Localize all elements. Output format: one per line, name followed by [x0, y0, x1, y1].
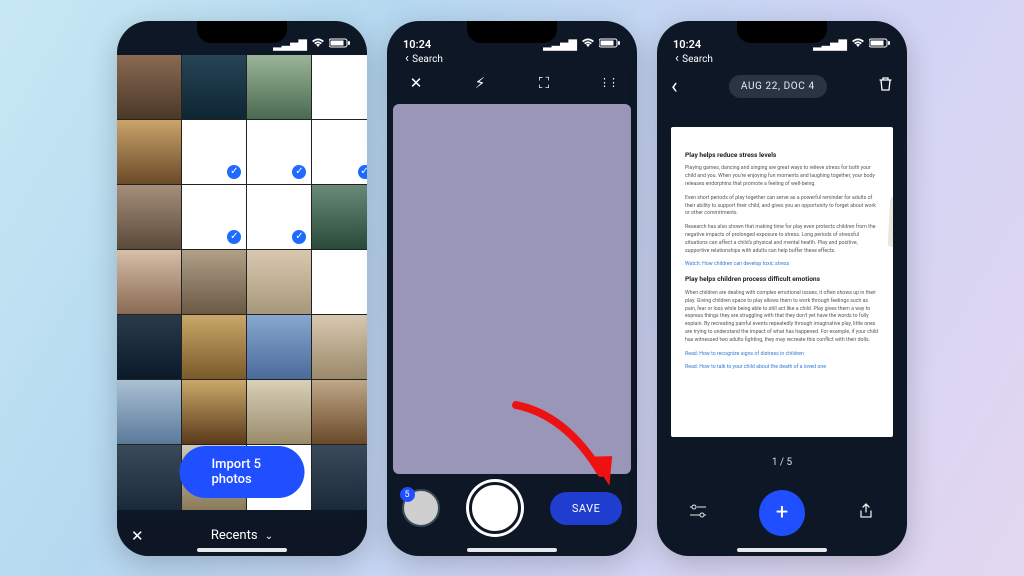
status-bar: 10:24 ▂▃▅▇ [657, 21, 907, 55]
document-page[interactable]: Play helps reduce stress levels Playing … [671, 127, 893, 437]
flash-icon[interactable]: ⚡︎ [465, 74, 495, 92]
doc-link: Watch: How children can develop toxic st… [685, 261, 879, 269]
photo-thumb[interactable] [247, 250, 311, 314]
phone-camera: 10:24 ▂▃▅▇ Search ✕ ⚡︎ ⛶ ⋮⋮ 5 SAVE [387, 21, 637, 556]
photo-thumb[interactable] [312, 185, 367, 249]
doc-para: Playing games, dancing and singing are g… [685, 165, 879, 188]
photo-thumb[interactable] [247, 315, 311, 379]
photo-thumb[interactable] [312, 315, 367, 379]
shutter-button[interactable] [469, 482, 521, 534]
signal-icon: ▂▃▅▇ [273, 38, 307, 51]
photo-thumb[interactable] [247, 55, 311, 119]
captured-stack[interactable]: 5 [402, 489, 440, 527]
close-icon[interactable]: ✕ [131, 527, 144, 545]
photo-grid[interactable]: ✓ ✓ ✓ ✓ ✓ [117, 55, 367, 510]
trash-icon[interactable] [878, 76, 893, 96]
add-page-button[interactable]: + [759, 490, 805, 536]
page-indicator: 1 / 5 [657, 457, 907, 468]
camera-viewfinder[interactable] [393, 104, 631, 474]
photo-thumb[interactable]: ✓ [312, 120, 367, 184]
photo-thumb[interactable] [182, 380, 246, 444]
doc-para: Research has also shown that making time… [685, 224, 879, 255]
chevron-down-icon: ⌄ [265, 531, 273, 542]
doc-link: Read: How to talk to your child about th… [685, 364, 879, 372]
photo-thumb[interactable] [312, 250, 367, 314]
back-to-search[interactable]: Search [405, 54, 443, 65]
home-indicator[interactable] [197, 548, 287, 552]
battery-icon [329, 38, 351, 51]
photo-thumb[interactable] [312, 380, 367, 444]
photo-thumb[interactable] [117, 315, 181, 379]
camera-bottom-bar: 5 SAVE [387, 461, 637, 556]
import-button[interactable]: Import 5 photos [180, 446, 305, 498]
stack-count-badge: 5 [400, 487, 415, 502]
photo-thumb[interactable] [117, 55, 181, 119]
photo-thumb[interactable] [117, 380, 181, 444]
expand-icon[interactable]: ⛶ [529, 74, 559, 92]
home-indicator[interactable] [737, 548, 827, 552]
photo-thumb[interactable] [117, 250, 181, 314]
selection-check-icon: ✓ [226, 164, 242, 180]
document-title[interactable]: AUG 22, DOC 4 [729, 75, 827, 98]
camera-toolbar: ✕ ⚡︎ ⛶ ⋮⋮ [387, 66, 637, 100]
photo-thumb[interactable] [182, 250, 246, 314]
photo-thumb[interactable] [182, 315, 246, 379]
photo-thumb[interactable]: ✓ [247, 120, 311, 184]
save-button[interactable]: SAVE [550, 492, 623, 525]
selection-check-icon: ✓ [357, 164, 367, 180]
settings-icon[interactable]: ⋮⋮ [593, 76, 623, 89]
wifi-icon [311, 38, 325, 51]
photo-thumb[interactable]: ✓ [182, 120, 246, 184]
phone-document: 10:24 ▂▃▅▇ Search ‹ AUG 22, DOC 4 Play h… [657, 21, 907, 556]
photo-thumb[interactable] [247, 380, 311, 444]
doc-heading-1: Play helps reduce stress levels [685, 151, 879, 161]
selection-check-icon: ✓ [291, 229, 307, 245]
battery-icon [599, 38, 621, 51]
album-selector[interactable]: Recents ⌄ [211, 528, 273, 543]
selection-check-icon: ✓ [226, 229, 242, 245]
battery-icon [869, 38, 891, 51]
signal-icon: ▂▃▅▇ [813, 38, 847, 51]
photo-thumb[interactable] [117, 445, 181, 509]
photo-thumb[interactable] [117, 185, 181, 249]
photo-thumb[interactable]: ✓ [182, 185, 246, 249]
doc-heading-2: Play helps children process difficult em… [685, 275, 879, 285]
back-to-search[interactable]: Search [675, 54, 713, 65]
status-time: 10:24 [673, 38, 701, 51]
phone-photo-picker: ▂▃▅▇ ✓ ✓ ✓ ✓ ✓ Import 5 photos ✕ Recents ⌄ [117, 21, 367, 556]
share-icon[interactable] [851, 503, 881, 523]
document-bottom-bar: + [657, 490, 907, 536]
filters-icon[interactable] [683, 504, 713, 522]
page-tab [888, 196, 893, 247]
photo-thumb[interactable]: ✓ [247, 185, 311, 249]
status-time: 10:24 [403, 38, 431, 51]
doc-para: When children are dealing with complex e… [685, 290, 879, 345]
photo-thumb[interactable] [117, 120, 181, 184]
back-icon[interactable]: ‹ [671, 74, 678, 99]
status-bar: ▂▃▅▇ [117, 21, 367, 55]
signal-icon: ▂▃▅▇ [543, 38, 577, 51]
wifi-icon [851, 38, 865, 51]
selection-check-icon: ✓ [291, 164, 307, 180]
document-toolbar: ‹ AUG 22, DOC 4 [657, 66, 907, 107]
wifi-icon [581, 38, 595, 51]
doc-para: Even short periods of play together can … [685, 195, 879, 218]
doc-link: Read: How to recognize signs of distress… [685, 351, 879, 359]
status-bar: 10:24 ▂▃▅▇ [387, 21, 637, 55]
photo-thumb[interactable] [312, 445, 367, 509]
album-label: Recents [211, 528, 258, 543]
close-icon[interactable]: ✕ [401, 74, 431, 92]
home-indicator[interactable] [467, 548, 557, 552]
photo-thumb[interactable] [312, 55, 367, 119]
photo-thumb[interactable] [182, 55, 246, 119]
